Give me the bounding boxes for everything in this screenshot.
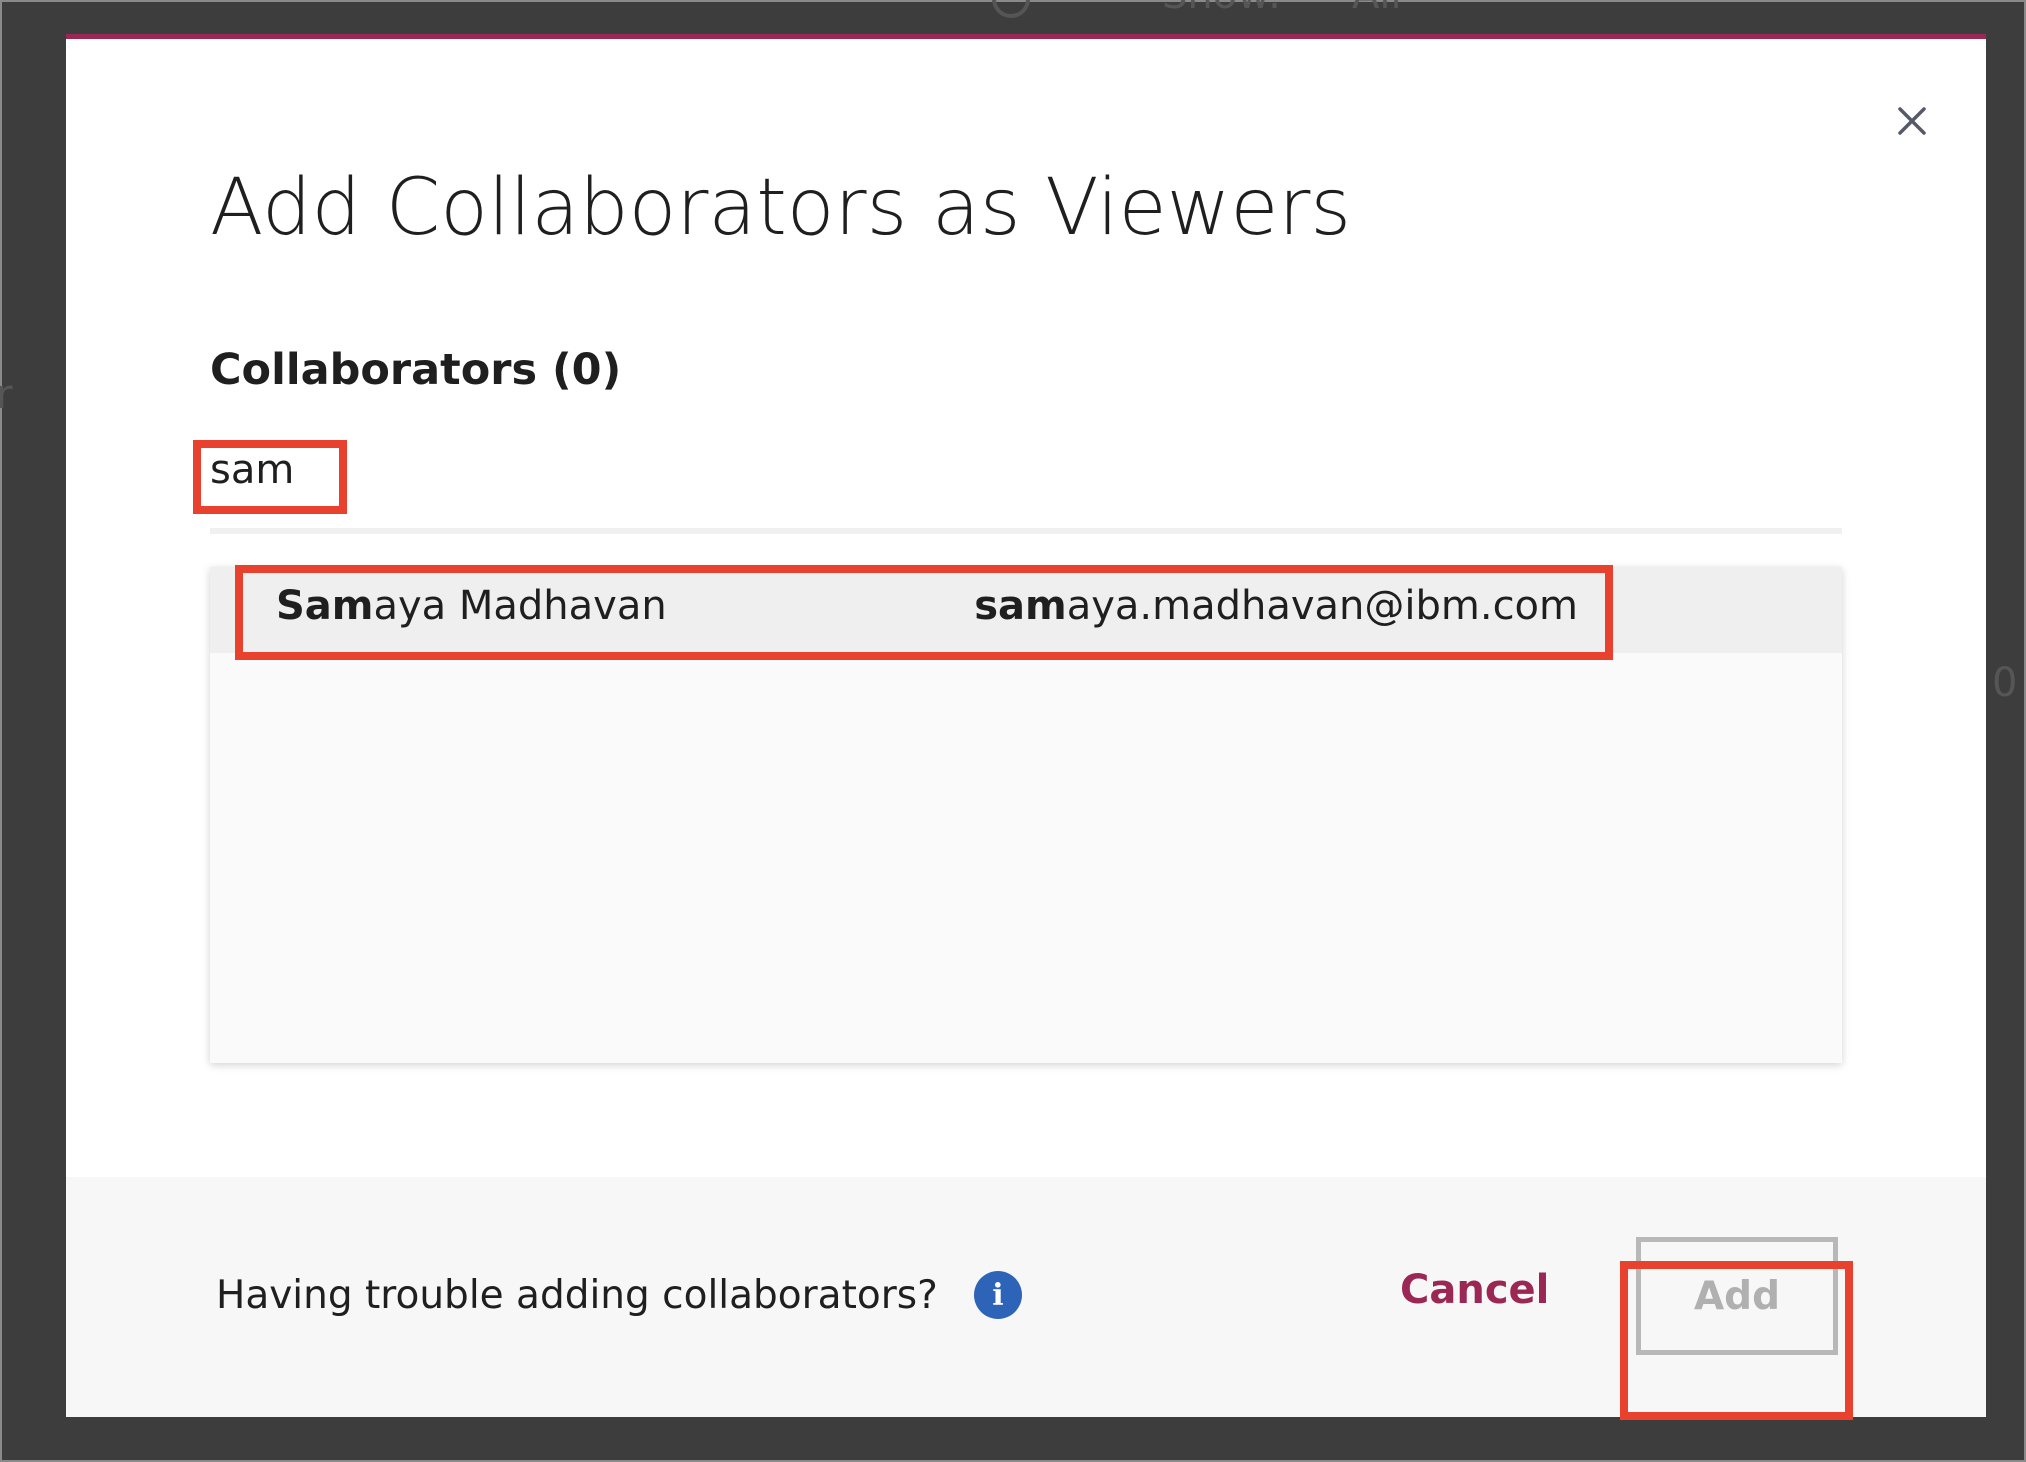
background-fragment-right: 0 [1992, 660, 2018, 706]
result-name-rest: aya Madhavan [373, 583, 667, 629]
add-collaborators-modal: Add Collaborators as Viewers Collaborato… [66, 34, 1986, 1420]
cancel-button[interactable]: Cancel [1400, 1267, 1549, 1313]
help-text: Having trouble adding collaborators? [216, 1273, 938, 1318]
info-icon[interactable]: i [974, 1271, 1022, 1319]
search-input-underline [210, 528, 1842, 534]
search-icon [992, 0, 1030, 18]
add-button[interactable]: Add [1636, 1237, 1838, 1355]
close-button[interactable] [1892, 101, 1932, 141]
result-email-match: sam [974, 583, 1067, 629]
result-user-email: samaya.madhavan@ibm.com [974, 583, 1578, 629]
result-user-name: Samaya Madhavan [276, 583, 667, 629]
collaborators-count-label: Collaborators (0) [210, 345, 622, 395]
close-icon [1898, 107, 1926, 135]
background-all-label: All [1352, 0, 1402, 18]
result-email-rest: aya.madhavan@ibm.com [1066, 583, 1578, 629]
modal-title: Add Collaborators as Viewers [210, 163, 1352, 253]
background-fragment-left: r [0, 372, 13, 418]
modal-footer: Having trouble adding collaborators? i C… [66, 1177, 1986, 1417]
background-show-label: Show: [1162, 0, 1281, 18]
search-result-row[interactable]: Samaya Madhavan samaya.madhavan@ibm.com [210, 567, 1842, 653]
collaborator-search-input[interactable] [210, 440, 1842, 500]
search-results-panel: Samaya Madhavan samaya.madhavan@ibm.com [210, 567, 1842, 1063]
result-name-match: Sam [276, 583, 374, 629]
